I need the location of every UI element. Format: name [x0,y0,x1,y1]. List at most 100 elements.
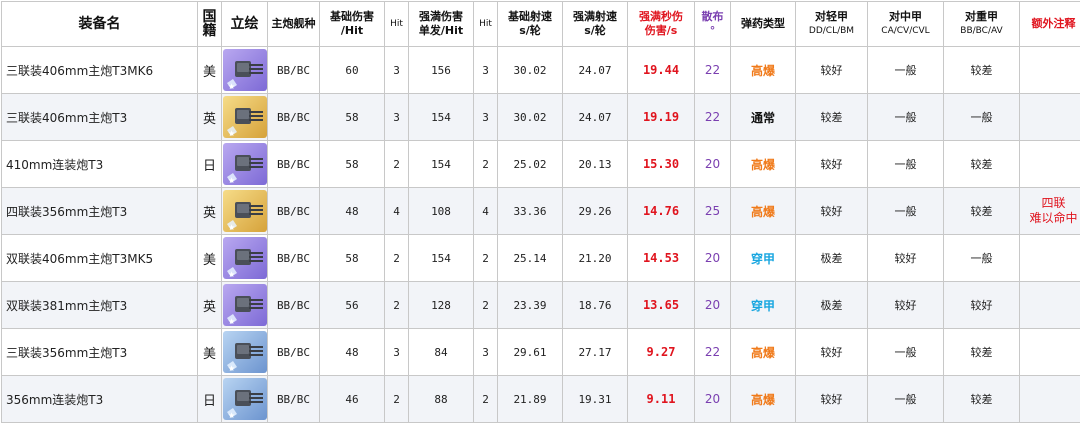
dps-cell: 19.19 [628,94,695,141]
svg-text:★: ★ [228,317,235,326]
vs-medium-cell: 一般 [868,188,944,235]
portrait-cell: ★ [222,94,268,141]
table-row[interactable]: 三联装406mm主炮T3 英 ★ BB/BC 58 3 154 3 30.02 … [2,94,1080,141]
vs-heavy-cell: 较好 [944,282,1020,329]
ship-type-cell: BB/BC [268,94,320,141]
header-base-rof-line1: 基础射速 [508,10,552,23]
svg-text:★: ★ [228,364,235,373]
spread-cell: 20 [695,141,731,188]
header-base-rof-line2: s/轮 [519,24,541,37]
ammo-type-cell: 通常 [731,94,796,141]
vs-medium-cell: 一般 [868,376,944,423]
table-row[interactable]: 356mm连装炮T3 日 ★ BB/BC 46 2 88 2 21.89 19.… [2,376,1080,423]
header-vs-heavy[interactable]: 对重甲BB/BC/AV [944,2,1020,47]
base-damage-cell: 58 [320,94,385,141]
base-rof-cell: 21.89 [498,376,563,423]
equipment-name: 四联装356mm主炮T3 [2,188,198,235]
note-cell [1020,376,1080,423]
header-max-damage[interactable]: 强満伤害单发/Hit [409,2,474,47]
vs-medium-cell: 一般 [868,94,944,141]
header-vs-light-line1: 对轻甲 [815,10,848,23]
max-rof-cell: 24.07 [563,47,628,94]
header-vs-light-line2: DD/CL/BM [796,24,867,38]
header-max-rof[interactable]: 强满射速s/轮 [563,2,628,47]
header-row: 装备名 国籍 立绘 主炮舰种 基础伤害/Hit Hit 强満伤害单发/Hit H… [2,2,1080,47]
table-row[interactable]: 三联装356mm主炮T3 美 ★ BB/BC 48 3 84 3 29.61 2… [2,329,1080,376]
equipment-name: 356mm连装炮T3 [2,376,198,423]
gun-portrait-icon: ★ [223,284,267,326]
vs-heavy-cell: 较差 [944,376,1020,423]
note-cell: 四联难以命中 [1020,188,1080,235]
base-damage-cell: 56 [320,282,385,329]
header-dps-line1: 强满秒伤 [639,10,683,23]
svg-text:★: ★ [228,223,235,232]
table-row[interactable]: 双联装381mm主炮T3 英 ★ BB/BC 56 2 128 2 23.39 … [2,282,1080,329]
max-rof-cell: 18.76 [563,282,628,329]
header-max-damage-line2: 单发/Hit [419,24,463,37]
header-max-damage-line1: 强満伤害 [419,10,463,23]
header-base-damage[interactable]: 基础伤害/Hit [320,2,385,47]
vs-light-cell: 极差 [796,235,868,282]
ship-type-cell: BB/BC [268,376,320,423]
spread-cell: 22 [695,47,731,94]
max-damage-cell: 84 [409,329,474,376]
note-cell [1020,329,1080,376]
svg-text:★: ★ [228,270,235,279]
spread-cell: 25 [695,188,731,235]
vs-light-cell: 较好 [796,141,868,188]
header-notes[interactable]: 额外注释 [1020,2,1080,47]
ship-type-cell: BB/BC [268,282,320,329]
table-row[interactable]: 三联装406mm主炮T3MK6 美 ★ BB/BC 60 3 156 3 30.… [2,47,1080,94]
gun-portrait-icon: ★ [223,237,267,279]
hit-count-cell: 3 [385,329,409,376]
table-row[interactable]: 410mm连装炮T3 日 ★ BB/BC 58 2 154 2 25.02 20… [2,141,1080,188]
header-hit-1[interactable]: Hit [385,2,409,47]
header-portrait[interactable]: 立绘 [222,2,268,47]
header-spread-line1: 散布 [702,10,724,23]
base-rof-cell: 25.14 [498,235,563,282]
portrait-cell: ★ [222,188,268,235]
vs-medium-cell: 一般 [868,141,944,188]
header-ammo[interactable]: 弹药类型 [731,2,796,47]
max-hit-count-cell: 2 [474,141,498,188]
equipment-name: 三联装406mm主炮T3MK6 [2,47,198,94]
dps-cell: 14.53 [628,235,695,282]
header-nation[interactable]: 国籍 [198,2,222,47]
header-ship-type[interactable]: 主炮舰种 [268,2,320,47]
vs-medium-cell: 一般 [868,47,944,94]
portrait-cell: ★ [222,376,268,423]
table-row[interactable]: 四联装356mm主炮T3 英 ★ BB/BC 48 4 108 4 33.36 … [2,188,1080,235]
max-rof-cell: 29.26 [563,188,628,235]
spread-cell: 20 [695,282,731,329]
header-spread[interactable]: 散布° [695,2,731,47]
ship-type-cell: BB/BC [268,329,320,376]
nation-cell: 英 [198,188,222,235]
ammo-type-cell: 穿甲 [731,282,796,329]
ship-type-cell: BB/BC [268,47,320,94]
header-dps-line2: 伤害/s [645,24,678,37]
header-vs-medium[interactable]: 对中甲CA/CV/CVL [868,2,944,47]
header-hit-2[interactable]: Hit [474,2,498,47]
equipment-name: 双联装381mm主炮T3 [2,282,198,329]
header-name[interactable]: 装备名 [2,2,198,47]
base-rof-cell: 30.02 [498,47,563,94]
header-vs-medium-line2: CA/CV/CVL [868,24,943,38]
spread-cell: 22 [695,94,731,141]
header-dps[interactable]: 强满秒伤伤害/s [628,2,695,47]
table-row[interactable]: 双联装406mm主炮T3MK5 美 ★ BB/BC 58 2 154 2 25.… [2,235,1080,282]
note-cell [1020,282,1080,329]
max-damage-cell: 128 [409,282,474,329]
header-vs-medium-line1: 对中甲 [889,10,922,23]
header-vs-light[interactable]: 对轻甲DD/CL/BM [796,2,868,47]
nation-cell: 美 [198,47,222,94]
max-hit-count-cell: 3 [474,329,498,376]
header-base-rof[interactable]: 基础射速s/轮 [498,2,563,47]
hit-count-cell: 4 [385,188,409,235]
max-hit-count-cell: 2 [474,376,498,423]
vs-light-cell: 较差 [796,94,868,141]
portrait-cell: ★ [222,329,268,376]
ammo-type-cell: 高爆 [731,188,796,235]
max-damage-cell: 154 [409,94,474,141]
hit-count-cell: 2 [385,282,409,329]
vs-heavy-cell: 较差 [944,188,1020,235]
